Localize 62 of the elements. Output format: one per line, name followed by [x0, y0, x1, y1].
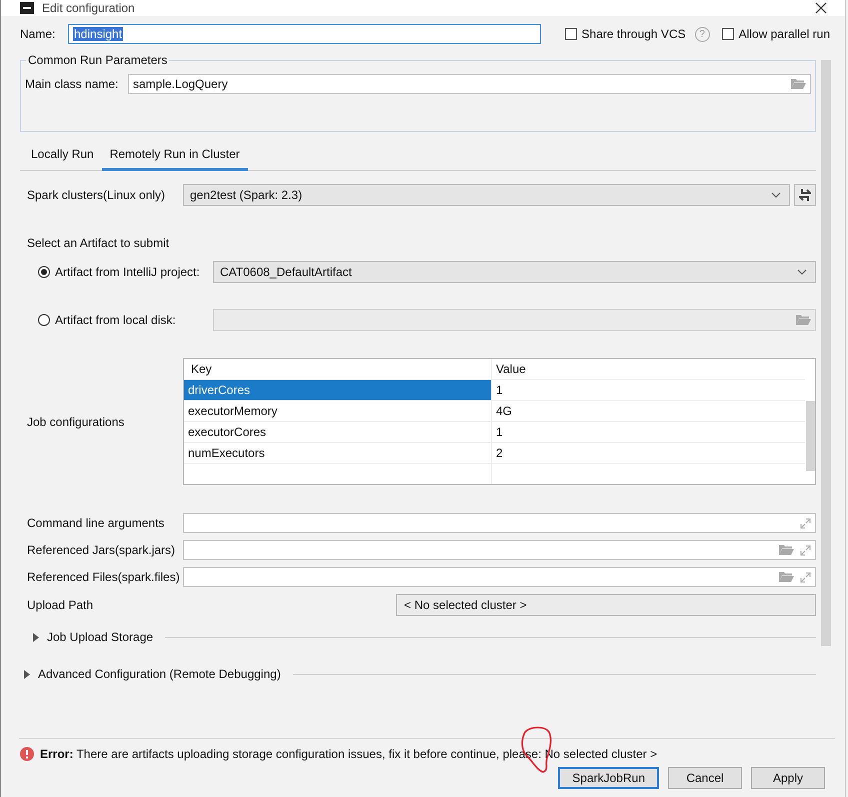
field-label: Upload Path — [27, 598, 94, 612]
main-class-field[interactable]: sample.LogQuery — [128, 74, 811, 94]
section-header[interactable]: Advanced Configuration (Remote Debugging) — [38, 667, 281, 681]
column-header[interactable]: Value — [492, 359, 805, 379]
input-field[interactable] — [183, 513, 816, 533]
field-label: Job configurations — [27, 414, 126, 428]
input-field[interactable] — [183, 540, 816, 560]
expand-icon[interactable] — [800, 572, 811, 582]
refresh-icon — [799, 188, 811, 202]
upload-path-field: < No selected cluster > — [396, 594, 816, 616]
field-label: Main class name: — [25, 77, 120, 91]
error-icon — [20, 747, 34, 761]
radio-button[interactable] — [38, 266, 50, 278]
field-label: Referenced Files(spark.files) — [27, 570, 181, 584]
radio-button[interactable] — [38, 314, 50, 326]
group-title: Common Run Parameters — [26, 53, 170, 67]
name-field[interactable]: hdinsight — [68, 24, 541, 44]
chevron-down-icon — [797, 269, 807, 275]
dialog-button[interactable]: Cancel — [668, 767, 742, 789]
file-path-field[interactable] — [213, 309, 816, 331]
close-icon[interactable] — [815, 2, 827, 14]
artifact-dropdown[interactable]: CAT0608_DefaultArtifact — [213, 261, 816, 283]
table-cell[interactable]: 4G — [492, 401, 805, 421]
table-cell[interactable]: 1 — [492, 380, 805, 400]
scrollbar[interactable] — [821, 60, 831, 646]
field-label: Command line arguments — [27, 516, 166, 530]
expand-arrow-icon[interactable] — [24, 670, 30, 678]
column-header[interactable]: Key — [184, 359, 492, 379]
table-cell[interactable]: driverCores — [184, 380, 492, 400]
input-field[interactable] — [183, 567, 816, 587]
field-label: Spark clusters(Linux only) — [27, 188, 166, 202]
dialog-button[interactable]: SparkJobRun — [558, 767, 659, 789]
expand-icon[interactable] — [800, 518, 811, 528]
checkbox[interactable] — [564, 28, 577, 40]
refresh-button[interactable] — [794, 184, 816, 206]
table-cell[interactable]: executorMemory — [184, 401, 492, 421]
name-label: Name: — [20, 27, 56, 41]
window-title: Edit configuration — [42, 1, 136, 15]
folder-icon[interactable] — [779, 571, 794, 583]
table-cell[interactable]: 1 — [492, 422, 805, 442]
scrollbar[interactable] — [806, 401, 815, 471]
chevron-down-icon — [771, 192, 781, 198]
radio-label[interactable]: Artifact from local disk: — [55, 313, 213, 327]
expand-arrow-icon[interactable] — [33, 632, 39, 642]
field-label: Referenced Jars(spark.jars) — [27, 543, 176, 557]
tab[interactable]: Locally Run — [23, 143, 102, 171]
table-cell[interactable]: executorCores — [184, 422, 492, 442]
cluster-dropdown[interactable]: gen2test (Spark: 2.3) — [183, 184, 790, 206]
checkbox-label[interactable]: Share through VCS — [582, 27, 686, 41]
dialog-button[interactable]: Apply — [751, 767, 825, 789]
section-title: Select an Artifact to submit — [27, 236, 170, 250]
tab[interactable]: Remotely Run in Cluster — [102, 143, 248, 171]
radio-label[interactable]: Artifact from IntelliJ project: — [55, 265, 213, 279]
folder-icon[interactable] — [791, 78, 806, 90]
checkbox[interactable] — [722, 28, 734, 40]
folder-icon[interactable] — [779, 544, 794, 556]
table-cell[interactable]: 2 — [492, 443, 805, 463]
folder-icon[interactable] — [796, 314, 811, 326]
table-cell[interactable]: numExecutors — [184, 443, 492, 463]
section-header[interactable]: Job Upload Storage — [47, 630, 154, 644]
checkbox-label[interactable]: Allow parallel run — [738, 27, 830, 41]
expand-icon[interactable] — [800, 544, 811, 556]
